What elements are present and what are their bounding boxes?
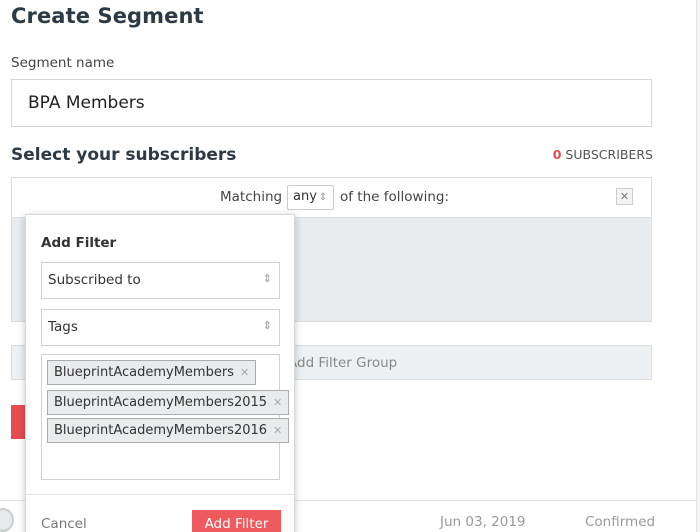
filter-field-value: Subscribed to (48, 272, 141, 288)
segment-name-label: Segment name (11, 55, 115, 71)
subscribers-count: 0 SUBSCRIBERS (553, 147, 653, 162)
updown-icon: ⇕ (318, 192, 328, 203)
matching-mode-select[interactable]: any ⇕ (287, 185, 334, 210)
tag-label: BlueprintAcademyMembers2015 (54, 395, 268, 410)
right-edge-panel (696, 0, 700, 532)
row-date: Jun 03, 2019 (440, 514, 526, 530)
updown-icon: ⇕ (262, 319, 272, 332)
segment-name-input[interactable]: BPA Members (11, 79, 652, 127)
row-status: Confirmed (585, 514, 656, 530)
close-icon[interactable]: ✕ (273, 396, 282, 409)
popover-divider (26, 494, 294, 495)
filter-field-select[interactable]: Subscribed to ⇕ (41, 262, 280, 299)
tags-input[interactable]: BlueprintAcademyMembers ✕ BlueprintAcadem… (41, 354, 290, 480)
add-filter-popover: Add Filter Subscribed to ⇕ Tags ⇕ Bluepr… (25, 214, 295, 532)
tag-chip[interactable]: BlueprintAcademyMembers ✕ (47, 360, 257, 385)
close-icon[interactable]: ✕ (240, 366, 249, 379)
matching-prefix: Matching (220, 189, 283, 205)
subscribers-count-label: SUBSCRIBERS (565, 147, 653, 162)
cancel-button[interactable]: Cancel (41, 516, 87, 532)
tag-label: BlueprintAcademyMembers (54, 365, 234, 380)
filter-type-value: Tags (48, 319, 78, 335)
matching-row: Matching any ⇕ of the following: ✕ (12, 178, 651, 218)
popover-title: Add Filter (41, 235, 117, 251)
tag-chip[interactable]: BlueprintAcademyMembers2016 ✕ (47, 418, 290, 443)
tag-chip[interactable]: BlueprintAcademyMembers2015 ✕ (47, 390, 290, 415)
updown-icon: ⇕ (262, 272, 272, 285)
matching-suffix: of the following: (340, 189, 449, 205)
filter-type-select[interactable]: Tags ⇕ (41, 309, 280, 346)
subscribers-count-number: 0 (552, 147, 562, 162)
add-filter-button[interactable]: Add Filter (192, 510, 281, 532)
tag-label: BlueprintAcademyMembers2016 (54, 423, 268, 438)
page-title: Create Segment (11, 4, 204, 28)
select-subscribers-heading: Select your subscribers (11, 145, 237, 165)
close-icon[interactable]: ✕ (616, 188, 633, 205)
close-icon[interactable]: ✕ (273, 424, 282, 437)
matching-mode-value: any (293, 189, 317, 204)
add-filter-group-label: Add Filter Group (288, 355, 398, 371)
avatar (0, 508, 14, 532)
partially-hidden-red-button[interactable] (11, 405, 25, 439)
